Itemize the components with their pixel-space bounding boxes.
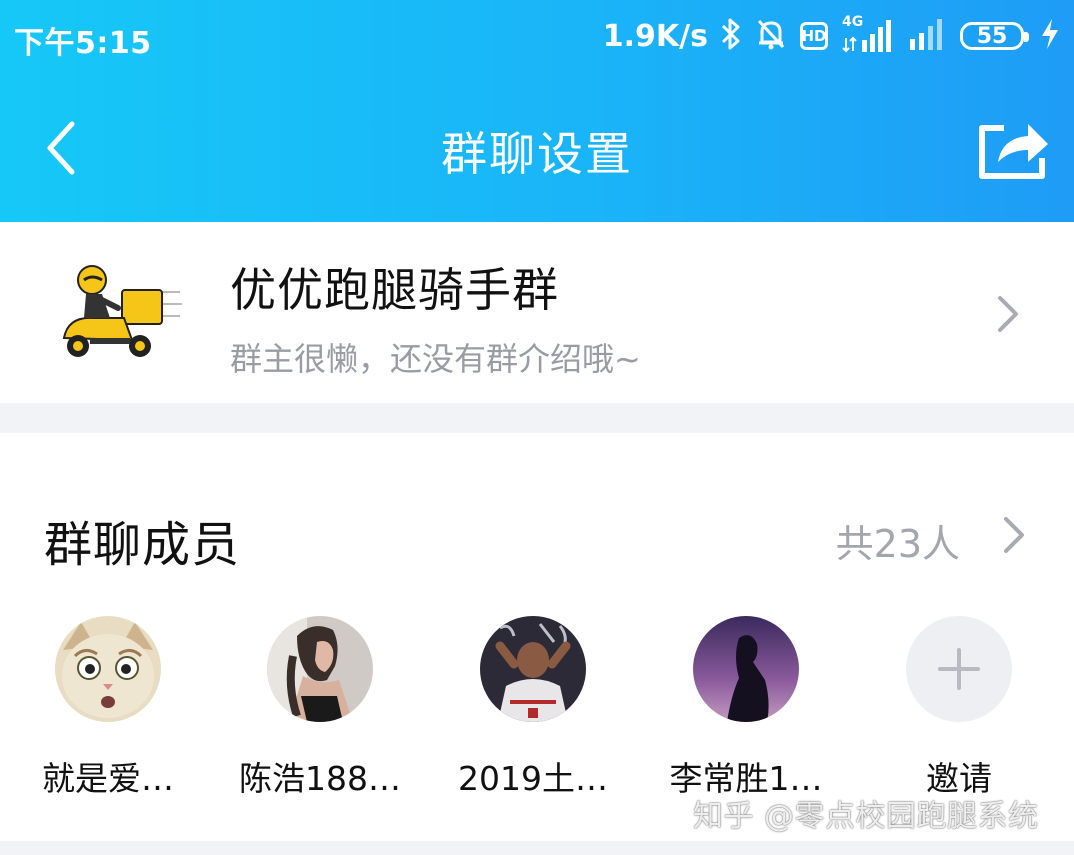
member-name: 就是爱… [42, 759, 174, 798]
member-item[interactable]: 就是爱… [3, 616, 213, 800]
status-time: 下午5:15 [14, 26, 152, 61]
network-speed: 1.9K/s [602, 18, 708, 54]
silhouette-avatar [693, 616, 799, 722]
signal-icon [908, 17, 948, 55]
group-description: 群主很懒，还没有群介绍哦~ [230, 340, 641, 378]
group-name: 优优跑腿骑手群 [230, 263, 559, 317]
cat-avatar [55, 616, 161, 722]
add-member-circle [906, 616, 1012, 722]
app-header: 下午5:15 1.9K/s HD 4G 55 群聊设置 [0, 0, 1074, 222]
status-right: 1.9K/s HD 4G 55 [603, 14, 1060, 58]
members-section: 群聊成员 共23人 就是爱… 陈浩188… 2019土… 李常胜1… 邀请 [0, 433, 1074, 841]
girl-avatar [267, 616, 373, 722]
chevron-right-icon [998, 296, 1018, 332]
page-title: 群聊设置 [441, 127, 633, 181]
invite-button[interactable]: 邀请 [854, 616, 1064, 800]
bluetooth-icon [720, 17, 742, 55]
member-item[interactable]: 2019土… [428, 616, 638, 800]
watermark-text: 知乎 @零点校园跑腿系统 [693, 799, 1039, 834]
member-name: 陈浩188… [239, 759, 401, 798]
plus-icon [938, 648, 980, 690]
delivery-scooter-icon [62, 265, 182, 357]
battery-indicator: 55 [960, 22, 1029, 50]
member-item[interactable]: 陈浩188… [215, 616, 425, 800]
member-name: 2019土… [458, 759, 608, 798]
mute-bell-icon [754, 17, 788, 55]
charging-icon [1040, 18, 1060, 54]
hd-badge: HD [800, 22, 828, 50]
group-avatar [54, 252, 184, 372]
share-button[interactable] [976, 116, 1052, 182]
iverson-avatar [480, 616, 586, 722]
chevron-right-icon [1004, 517, 1024, 553]
member-item[interactable]: 李常胜1… [641, 616, 851, 800]
share-icon [979, 124, 1048, 179]
group-info-row[interactable]: 优优跑腿骑手群 群主很懒，还没有群介绍哦~ [0, 222, 1074, 403]
status-bar: 下午5:15 1.9K/s HD 4G 55 [0, 0, 1074, 76]
signal-4g-icon: 4G [840, 14, 896, 54]
members-title: 群聊成员 [44, 517, 241, 573]
members-count: 共23人 [835, 522, 960, 566]
